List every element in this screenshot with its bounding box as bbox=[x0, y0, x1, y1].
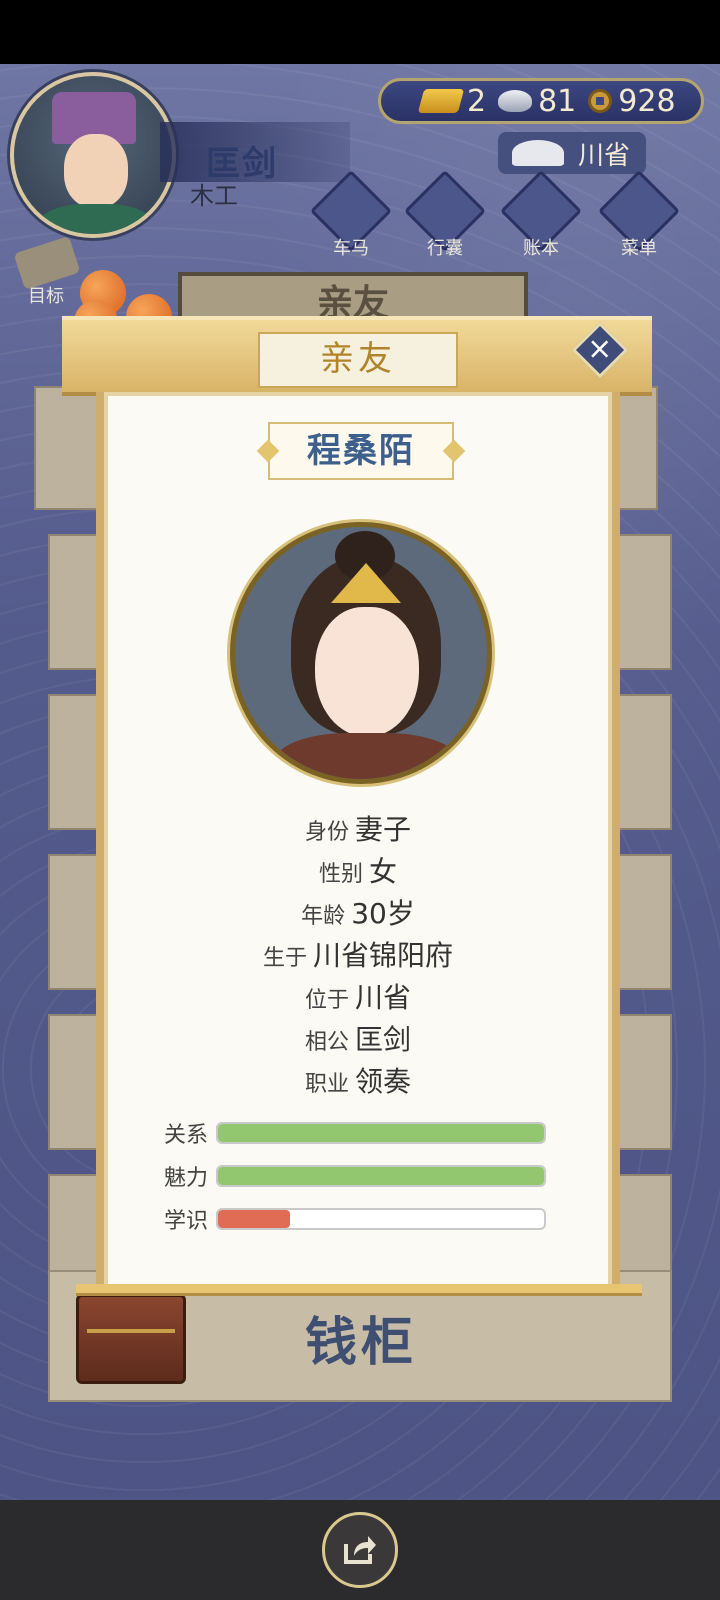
share-icon bbox=[344, 1536, 376, 1564]
info-key: 生于 bbox=[262, 946, 307, 971]
info-key: 身份 bbox=[304, 820, 349, 845]
portrait-face bbox=[315, 607, 419, 737]
stat-bar bbox=[216, 1122, 546, 1144]
info-key: 相公 bbox=[304, 1030, 349, 1055]
info-row-identity: 身份 妻子 bbox=[96, 808, 620, 848]
stat-bar-fill bbox=[218, 1167, 544, 1185]
info-key: 年龄 bbox=[301, 904, 346, 929]
info-row-birthplace: 生于 川省锦阳府 bbox=[96, 934, 620, 974]
stat-label: 关系 bbox=[164, 1123, 209, 1148]
info-row-location: 位于 川省 bbox=[96, 976, 620, 1016]
info-row-occupation: 职业 领奏 bbox=[96, 1060, 620, 1100]
info-value: 女 bbox=[369, 855, 398, 888]
stat-charm: 魅力 bbox=[164, 1163, 554, 1191]
friend-modal-header: 亲友 bbox=[62, 316, 652, 396]
close-icon: × bbox=[587, 331, 613, 367]
portrait-robe bbox=[275, 733, 459, 779]
info-value: 30岁 bbox=[351, 897, 415, 930]
info-value: 匡剑 bbox=[355, 1023, 412, 1056]
info-key: 职业 bbox=[304, 1072, 349, 1097]
scroll-bottom-rod bbox=[76, 1284, 642, 1296]
friend-portrait bbox=[230, 522, 492, 784]
stat-bar-fill bbox=[218, 1124, 544, 1142]
info-value: 川省 bbox=[355, 981, 412, 1014]
stat-bar bbox=[216, 1165, 546, 1187]
share-button[interactable] bbox=[322, 1512, 398, 1588]
friend-name: 程桑陌 bbox=[268, 422, 454, 480]
status-bar bbox=[0, 0, 720, 64]
friend-modal-title: 亲友 bbox=[258, 332, 458, 388]
info-value: 领奏 bbox=[355, 1065, 412, 1098]
stat-label: 学识 bbox=[164, 1209, 209, 1234]
bottom-bar bbox=[0, 1500, 720, 1600]
info-row-husband: 相公 匡剑 bbox=[96, 1018, 620, 1058]
stat-bar bbox=[216, 1208, 546, 1230]
info-value: 川省锦阳府 bbox=[313, 939, 454, 972]
info-row-gender: 性别女 bbox=[96, 850, 620, 890]
info-key: 位于 bbox=[304, 988, 349, 1013]
info-row-age: 年龄 30岁 bbox=[96, 892, 620, 932]
stat-bar-fill bbox=[218, 1210, 290, 1228]
info-key: 性别 bbox=[318, 862, 363, 887]
info-value: 妻子 bbox=[355, 813, 412, 846]
stat-relationship: 关系 bbox=[164, 1120, 554, 1148]
stat-label: 魅力 bbox=[164, 1166, 209, 1191]
stat-knowledge: 学识 bbox=[164, 1206, 554, 1234]
